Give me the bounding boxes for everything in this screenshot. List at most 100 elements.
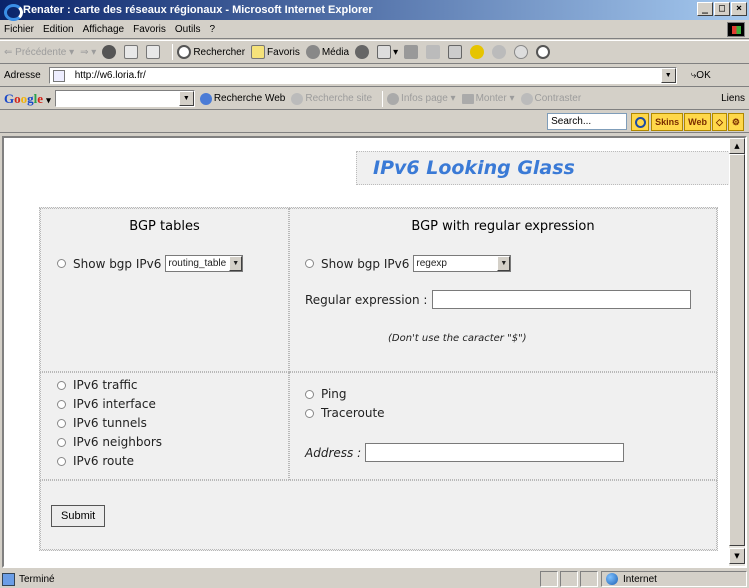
menu-help[interactable]: ? [209, 24, 215, 35]
mail-button[interactable]: ▾ [377, 45, 398, 59]
page-icon [52, 69, 65, 82]
skins-button[interactable]: Skins [651, 112, 684, 131]
ipv6-tunnels-radio[interactable] [57, 418, 66, 428]
maximize-button[interactable]: □ [714, 2, 730, 16]
google-separator [382, 90, 384, 107]
go-button[interactable]: ⤷ OK [691, 70, 711, 81]
messenger-button[interactable] [492, 45, 508, 59]
forward-button[interactable]: ⇒ ▾ [80, 47, 96, 58]
google-up-button[interactable]: Monter ▾ [461, 93, 515, 104]
print-button[interactable] [404, 45, 420, 59]
submit-button[interactable]: Submit [51, 505, 106, 527]
status-text: Terminé [19, 573, 55, 585]
home-icon [146, 45, 161, 59]
google-search-input[interactable]: ▼ [54, 90, 195, 107]
globe-icon [606, 573, 618, 585]
settings-icon[interactable]: ⚙ [727, 112, 744, 131]
edit-button[interactable] [426, 45, 442, 59]
menu-outils[interactable]: Outils [175, 24, 201, 35]
address-input[interactable]: http://w6.loria.fr/ ▼ [48, 67, 677, 84]
user-button[interactable] [536, 45, 552, 59]
scroll-thumb[interactable] [729, 154, 745, 546]
internet-explorer-icon [3, 2, 23, 21]
ipv6-interface-radio[interactable] [57, 399, 66, 409]
menu-affichage[interactable]: Affichage [83, 24, 125, 35]
history-button[interactable] [355, 45, 371, 59]
address-field[interactable] [365, 443, 625, 462]
page-viewport: IPv6 Looking Glass BGP tables Show bgp I… [2, 136, 747, 568]
refresh-button[interactable] [124, 45, 140, 59]
ipv6-traffic-radio[interactable] [57, 380, 66, 390]
google-search-web-button[interactable]: Recherche Web [199, 92, 285, 105]
ipv6-info-cell: IPv6 traffic IPv6 interface IPv6 tunnels… [40, 372, 289, 480]
ping-option: Ping [305, 387, 347, 401]
binoculars-icon [199, 92, 212, 105]
links-button[interactable]: Liens [721, 93, 745, 104]
security-zone: Internet [601, 571, 747, 587]
discuss-icon [448, 45, 463, 59]
status-pane [580, 571, 598, 587]
favorites-star-icon [251, 45, 266, 59]
toolbar-search-input[interactable]: Search... [547, 113, 628, 130]
minimize-button[interactable]: _ [697, 2, 713, 16]
media-button[interactable]: Média [305, 45, 349, 59]
toolbar-separator [172, 44, 174, 60]
bgp-tables-radio[interactable] [57, 259, 66, 268]
bgp-regex-radio[interactable] [305, 259, 314, 268]
regex-input[interactable] [432, 290, 692, 309]
google-toolbar: Google ▾ ▼ Recherche Web Recherche site … [0, 88, 749, 110]
menu-favoris[interactable]: Favoris [133, 24, 166, 35]
vertical-scrollbar[interactable]: ▲ ▼ [729, 138, 745, 566]
menu-fichier[interactable]: Fichier [4, 24, 34, 35]
google-search-site-button[interactable]: Recherche site [291, 92, 372, 105]
stop-button[interactable] [102, 45, 118, 59]
scroll-up-button[interactable]: ▲ [729, 138, 745, 154]
chat-button[interactable] [514, 45, 530, 59]
chevron-down-icon: ▼ [229, 256, 243, 271]
scroll-down-button[interactable]: ▼ [729, 548, 745, 564]
address-dropdown-arrow-icon[interactable]: ▼ [660, 68, 676, 83]
forward-arrow-icon: ⇒ ▾ [80, 46, 97, 58]
research-button[interactable] [470, 45, 486, 59]
bgp-regex-select[interactable]: regexp ▼ [413, 255, 512, 272]
user-icon [536, 45, 551, 59]
traceroute-radio[interactable] [305, 408, 314, 418]
ping-radio[interactable] [305, 389, 314, 399]
home-button[interactable] [146, 45, 162, 59]
google-page-info-button[interactable]: Infos page ▾ [387, 92, 456, 105]
zone-label: Internet [623, 573, 657, 585]
address-label: Adresse [4, 70, 41, 81]
google-logo[interactable]: Google ▾ [4, 91, 51, 107]
discuss-button[interactable] [448, 45, 464, 59]
favorites-button[interactable]: Favoris [251, 45, 300, 59]
bgp-regex-heading: BGP with regular expression [411, 219, 595, 234]
google-highlight-button[interactable]: Contraster [520, 92, 581, 105]
address-field-label: Address : [305, 445, 362, 460]
ipv6-route-radio[interactable] [57, 456, 66, 466]
site-search-icon [291, 92, 304, 105]
highlight-icon[interactable]: ◇ [712, 112, 727, 131]
status-panes [540, 571, 600, 587]
media-icon [305, 45, 320, 59]
web-button[interactable]: Web [684, 112, 711, 131]
google-dropdown-arrow-icon[interactable]: ▼ [178, 91, 194, 106]
ipv6-route-option: IPv6 route [57, 454, 134, 468]
back-button[interactable]: ⇐ Précédente ▾ [4, 47, 74, 58]
ipv6-neighbors-option: IPv6 neighbors [57, 435, 162, 449]
search-button[interactable]: Rechercher [177, 45, 245, 59]
bgp-table-select[interactable]: routing_table ▼ [165, 255, 244, 272]
close-button[interactable]: × [731, 2, 747, 16]
ipv6-neighbors-radio[interactable] [57, 437, 66, 447]
status-bar: Terminé Internet [0, 570, 749, 588]
folder-up-icon [461, 93, 474, 104]
info-icon [387, 92, 400, 105]
search-toolbar: Search... Skins Web ◇ ⚙ [0, 111, 749, 133]
window-controls: _ □ × [697, 2, 747, 16]
chat-icon [514, 45, 529, 59]
regex-row: Regular expression : [305, 290, 692, 309]
menu-edition[interactable]: Edition [43, 24, 74, 35]
bgp-regex-cell: BGP with regular expression Show bgp IPv… [289, 208, 717, 372]
search-icon[interactable] [631, 112, 650, 131]
stop-icon [102, 45, 117, 59]
menu-bar: Fichier Edition Affichage Favoris Outils… [0, 20, 749, 39]
